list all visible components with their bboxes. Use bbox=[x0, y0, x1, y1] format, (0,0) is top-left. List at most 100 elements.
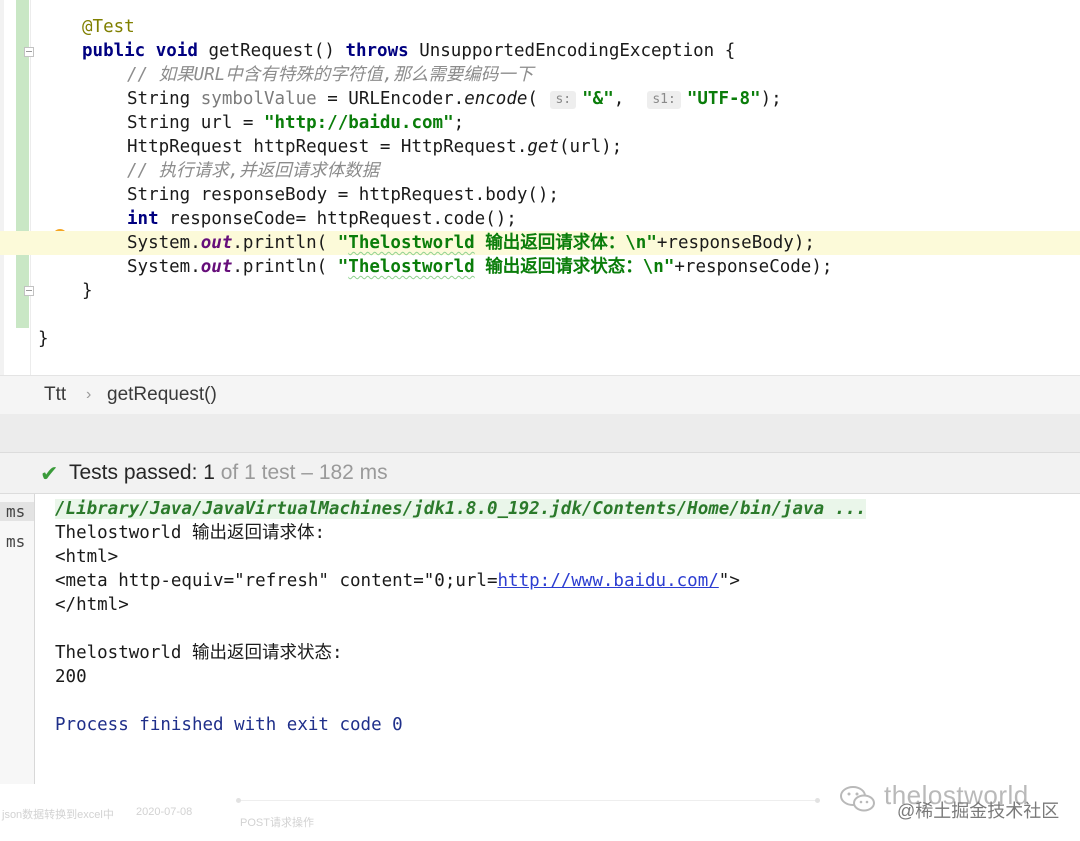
static-field: out bbox=[200, 233, 233, 253]
process-finished-line: Process finished with exit code 0 bbox=[55, 715, 403, 735]
baidu-link[interactable]: http://www.baidu.com/ bbox=[498, 571, 719, 591]
string-literal: 输出返回请求状态：\n" bbox=[474, 257, 675, 277]
string-literal: "http://baidu.com" bbox=[263, 113, 454, 133]
param-hint: s: bbox=[550, 91, 577, 109]
code-token: = URLEncoder. bbox=[316, 89, 465, 109]
code-line[interactable]: // 如果URL中含有特殊的字符值,那么需要编码一下 bbox=[0, 63, 1080, 87]
code-statement: int responseCode= httpRequest.code(); bbox=[127, 207, 517, 231]
test-status-text: Tests passed: 1 of 1 test – 182 ms bbox=[69, 461, 388, 485]
faint-dot bbox=[236, 798, 241, 803]
string-literal: " bbox=[337, 233, 349, 253]
typo-word: Thelostworld bbox=[348, 233, 475, 253]
kw-int: int bbox=[127, 209, 159, 229]
run-toolbar bbox=[0, 414, 1080, 453]
check-icon: ✔ bbox=[40, 461, 59, 486]
string-literal: " bbox=[337, 257, 349, 277]
breadcrumb: Ttt › getRequest() bbox=[0, 375, 1080, 415]
console-line: /Library/Java/JavaVirtualMachines/jdk1.8… bbox=[55, 497, 867, 521]
method-signature: public void getRequest() throws Unsuppor… bbox=[82, 39, 735, 63]
kw-throws: throws bbox=[345, 41, 409, 61]
console-line: </html> bbox=[55, 595, 129, 615]
encode-statement: String symbolValue = URLEncoder.encode( … bbox=[127, 87, 782, 111]
code-comment: // 执行请求,并返回请求体数据 bbox=[127, 161, 380, 181]
code-token: String url = bbox=[127, 113, 264, 133]
code-token: +responseBody); bbox=[656, 233, 815, 253]
console-line: <html> bbox=[55, 547, 119, 567]
code-editor[interactable]: @Test public void getRequest() throws Un… bbox=[0, 0, 1080, 841]
kw-public: public bbox=[82, 41, 146, 61]
watermark-site: @稀土掘金技术社区 bbox=[897, 801, 1060, 821]
static-method: get bbox=[527, 137, 559, 157]
static-field: out bbox=[200, 257, 233, 277]
get-statement: HttpRequest httpRequest = HttpRequest.ge… bbox=[127, 135, 622, 159]
println-code-statement: System.out.println( "Thelostworld 输出返回请求… bbox=[127, 255, 832, 279]
string-literal: "UTF-8" bbox=[686, 89, 761, 109]
meta-prefix: <meta http-equiv="refresh" content="0;ur… bbox=[55, 571, 498, 591]
body-statement: String responseBody = httpRequest.body()… bbox=[127, 185, 559, 205]
code-line[interactable]: String symbolValue = URLEncoder.encode( … bbox=[0, 87, 1080, 111]
code-line[interactable] bbox=[0, 303, 1080, 327]
java-command-path[interactable]: /Library/Java/JavaVirtualMachines/jdk1.8… bbox=[55, 499, 867, 519]
console-line: Thelostworld 输出返回请求体: bbox=[55, 523, 326, 543]
code-line[interactable]: String url = "http://baidu.com"; bbox=[0, 111, 1080, 135]
exception-type: UnsupportedEncodingException { bbox=[408, 41, 736, 61]
code-line[interactable]: @Test bbox=[0, 15, 1080, 39]
code-lines[interactable]: @Test public void getRequest() throws Un… bbox=[0, 15, 1080, 351]
string-literal: 输出返回请求体：\n" bbox=[474, 233, 657, 253]
test-duration-item[interactable]: ms bbox=[6, 532, 25, 551]
println-body-statement: System.out.println( "Thelostworld 输出返回请求… bbox=[127, 231, 815, 255]
code-line[interactable]: public void getRequest() throws Unsuppor… bbox=[0, 39, 1080, 63]
code-line[interactable]: } bbox=[0, 327, 1080, 351]
code-token: ); bbox=[760, 89, 782, 109]
code-comment: // 如果URL中含有特殊的字符值,那么需要编码一下 bbox=[127, 65, 534, 85]
console-line: 200 bbox=[55, 667, 87, 687]
code-line[interactable]: HttpRequest httpRequest = HttpRequest.ge… bbox=[0, 135, 1080, 159]
close-brace: } bbox=[38, 329, 49, 349]
faint-article-date: 2020-07-08 bbox=[136, 806, 193, 818]
code-token: System. bbox=[127, 257, 201, 277]
code-token: , bbox=[613, 89, 646, 109]
code-line[interactable]: String responseBody = httpRequest.body()… bbox=[0, 183, 1080, 207]
wechat-icon bbox=[840, 786, 875, 812]
test-tree-panel[interactable]: ms ms bbox=[0, 494, 35, 784]
kw-void: void bbox=[155, 41, 198, 61]
code-token: .println( bbox=[232, 233, 338, 253]
console-line: <meta http-equiv="refresh" content="0;ur… bbox=[55, 569, 740, 593]
test-duration-item[interactable]: ms bbox=[0, 502, 34, 521]
typo-word: Thelostworld bbox=[348, 257, 475, 277]
code-token: .println( bbox=[232, 257, 338, 277]
faint-dot bbox=[815, 798, 820, 803]
passed-count: 1 bbox=[203, 461, 215, 484]
test-summary: of 1 test – 182 ms bbox=[214, 461, 388, 484]
code-line[interactable]: // 执行请求,并返回请求体数据 bbox=[0, 159, 1080, 183]
test-status-bar: ✔ Tests passed: 1 of 1 test – 182 ms bbox=[0, 453, 1080, 494]
code-line[interactable]: System.out.println( "Thelostworld 输出返回请求… bbox=[0, 255, 1080, 279]
breadcrumb-method[interactable]: getRequest() bbox=[107, 384, 217, 406]
console-line: Thelostworld 输出返回请求状态: bbox=[55, 643, 343, 663]
code-token: +responseCode); bbox=[674, 257, 833, 277]
code-token: responseCode= httpRequest.code(); bbox=[158, 209, 517, 229]
faint-divider bbox=[238, 800, 818, 801]
method-name: getRequest() bbox=[197, 41, 346, 61]
tests-passed-label: Tests passed: bbox=[69, 461, 204, 484]
code-token: String bbox=[127, 89, 201, 109]
param-hint: s1: bbox=[647, 91, 681, 109]
code-token: (url); bbox=[558, 137, 623, 157]
unused-variable: symbolValue bbox=[200, 89, 317, 109]
code-line[interactable]: int responseCode= httpRequest.code(); bbox=[0, 207, 1080, 231]
code-token: ; bbox=[453, 113, 465, 133]
meta-suffix: "> bbox=[718, 571, 740, 591]
faint-article-next: POST请求操作 bbox=[240, 817, 314, 829]
code-token: System. bbox=[127, 233, 201, 253]
test-annotation: @Test bbox=[82, 17, 135, 37]
static-method: encode bbox=[464, 89, 528, 109]
breadcrumb-class[interactable]: Ttt bbox=[44, 384, 66, 406]
close-brace: } bbox=[82, 281, 93, 301]
string-literal: "&" bbox=[582, 89, 614, 109]
chevron-right-icon: › bbox=[86, 386, 92, 403]
code-token: HttpRequest httpRequest = HttpRequest. bbox=[127, 137, 528, 157]
code-line[interactable]: } bbox=[0, 279, 1080, 303]
code-line-current[interactable]: System.out.println( "Thelostworld 输出返回请求… bbox=[0, 231, 1080, 255]
url-statement: String url = "http://baidu.com"; bbox=[127, 111, 464, 135]
faint-article-title: json数据转换到excel中 bbox=[2, 809, 114, 821]
